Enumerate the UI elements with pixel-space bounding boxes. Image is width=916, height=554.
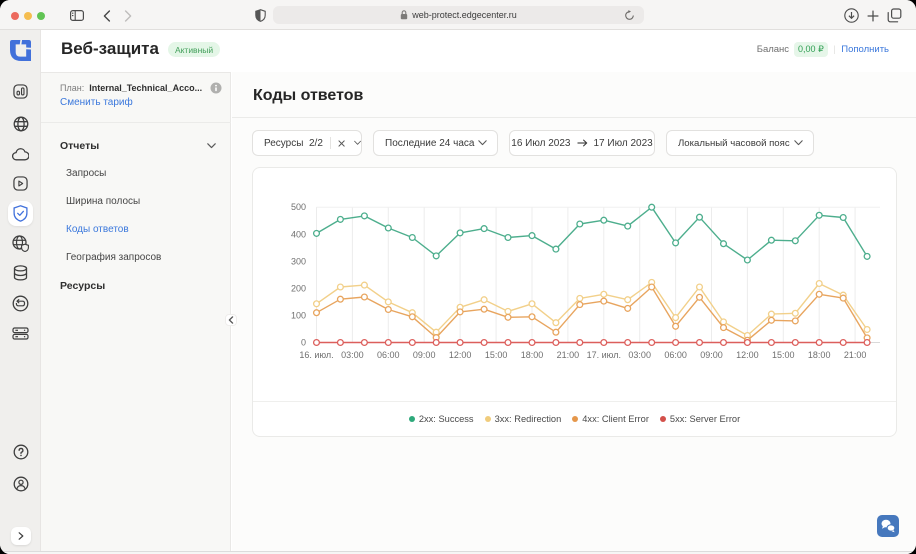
svg-text:21:00: 21:00: [557, 350, 580, 360]
svg-text:300: 300: [291, 256, 306, 266]
svg-text:15:00: 15:00: [772, 350, 795, 360]
svg-text:15:00: 15:00: [485, 350, 508, 360]
svg-text:03:00: 03:00: [628, 350, 651, 360]
svg-text:06:00: 06:00: [377, 350, 400, 360]
svg-text:09:00: 09:00: [413, 350, 436, 360]
svg-text:200: 200: [291, 283, 306, 293]
svg-text:16. июл.: 16. июл.: [299, 350, 333, 360]
svg-text:06:00: 06:00: [664, 350, 687, 360]
svg-text:0: 0: [301, 338, 306, 348]
svg-text:18:00: 18:00: [521, 350, 544, 360]
svg-text:09:00: 09:00: [700, 350, 723, 360]
svg-text:21:00: 21:00: [844, 350, 867, 360]
svg-text:12:00: 12:00: [736, 350, 759, 360]
svg-text:17. июл.: 17. июл.: [587, 350, 621, 360]
svg-text:400: 400: [291, 229, 306, 239]
svg-text:18:00: 18:00: [808, 350, 831, 360]
svg-text:12:00: 12:00: [449, 350, 472, 360]
svg-text:03:00: 03:00: [341, 350, 364, 360]
svg-text:500: 500: [291, 202, 306, 212]
svg-text:100: 100: [291, 310, 306, 320]
